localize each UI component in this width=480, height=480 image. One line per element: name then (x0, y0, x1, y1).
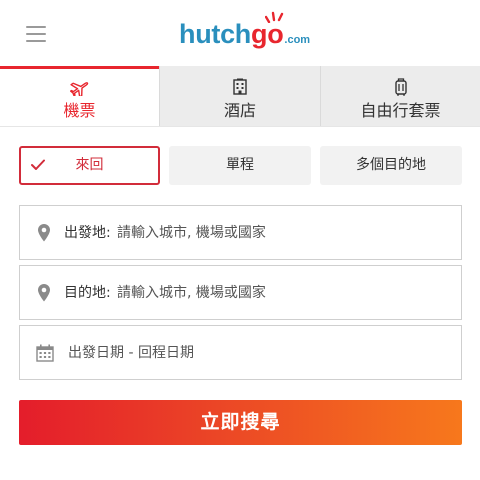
tab-packages[interactable]: 自由行套票 (320, 66, 480, 126)
trip-type-round-trip[interactable]: 來回 (19, 146, 160, 185)
search-button-label: 立即搜尋 (200, 411, 281, 433)
calendar-icon (36, 344, 54, 362)
luggage-icon (394, 78, 407, 96)
trip-type-one-way[interactable]: 單程 (169, 146, 311, 185)
destination-field[interactable]: 目的地: 請輸入城市, 機場或國家 (19, 265, 462, 320)
hutchgo-logo[interactable]: hutchgo.com (179, 11, 310, 53)
location-pin-icon (38, 284, 50, 302)
origin-field[interactable]: 出發地: 請輸入城市, 機場或國家 (19, 205, 462, 260)
tab-hotels[interactable]: 酒店 (159, 66, 320, 126)
origin-placeholder: 請輸入城市, 機場或國家 (117, 225, 266, 241)
trip-type-multi-city[interactable]: 多個目的地 (320, 146, 462, 185)
logo-rays-icon (265, 11, 284, 23)
product-tabs: 機票 酒店 自由行套票 (0, 66, 480, 127)
trip-type-one-way-label: 單程 (226, 157, 254, 173)
tab-flights-label: 機票 (63, 101, 96, 120)
destination-placeholder: 請輸入城市, 機場或國家 (117, 285, 266, 301)
date-range-field[interactable]: 出發日期 - 回程日期 (19, 325, 462, 380)
airplane-icon (69, 82, 88, 96)
trip-type-round-trip-label: 來回 (75, 157, 104, 173)
tab-packages-label: 自由行套票 (360, 101, 441, 120)
app-header: hutchgo.com (0, 0, 480, 66)
destination-label: 目的地: (64, 285, 111, 301)
search-button[interactable]: 立即搜尋 (19, 400, 462, 445)
tab-flights[interactable]: 機票 (0, 66, 159, 126)
location-pin-icon (38, 224, 50, 242)
trip-type-multi-city-label: 多個目的地 (356, 157, 426, 173)
origin-label: 出發地: (64, 225, 111, 241)
hotel-building-icon (233, 78, 247, 95)
tab-hotels-label: 酒店 (223, 101, 256, 120)
date-range-placeholder: 出發日期 - 回程日期 (68, 345, 194, 361)
checkmark-icon (31, 159, 45, 170)
hamburger-menu-icon[interactable] (26, 25, 46, 43)
